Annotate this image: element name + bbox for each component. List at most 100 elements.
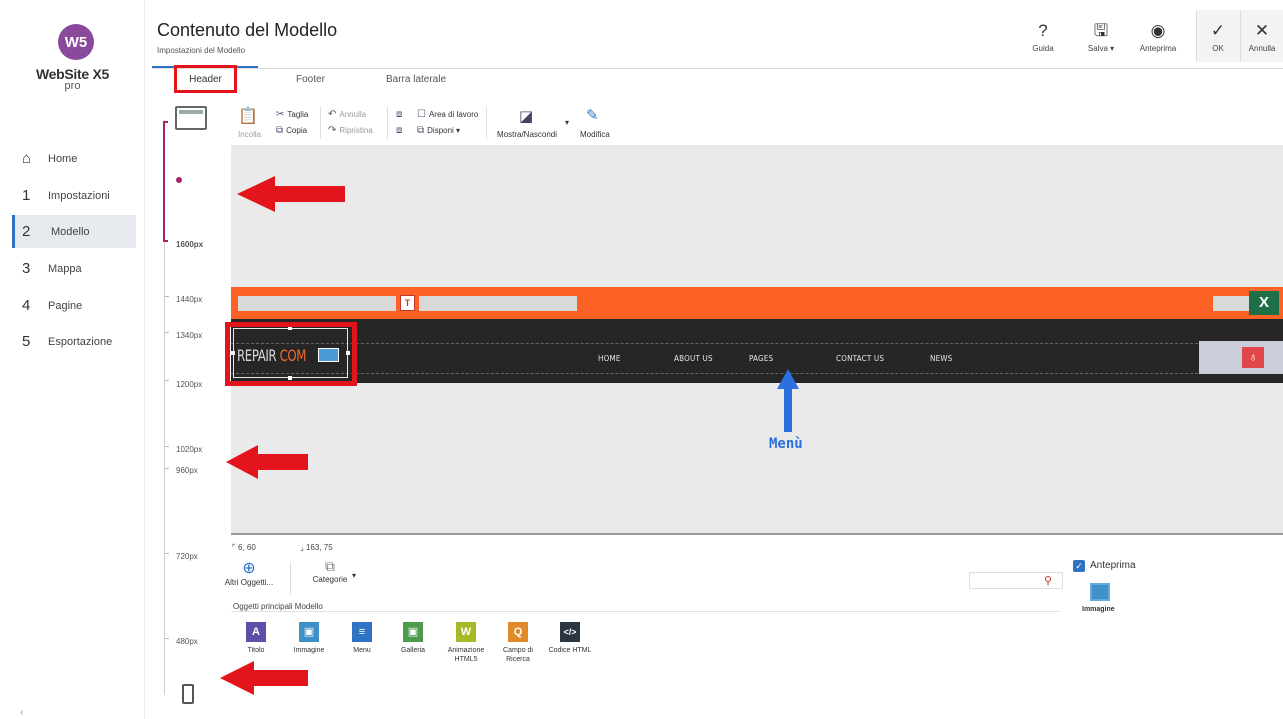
salva-button[interactable]: 🖫 Salva ▾: [1077, 21, 1125, 54]
altri-oggetti-button[interactable]: ⊕ Altri Oggetti...: [224, 558, 274, 587]
search-field-icon: Q: [508, 622, 528, 642]
object-placeholder[interactable]: [1213, 296, 1249, 311]
tab-header[interactable]: Header: [174, 65, 237, 93]
area-lavoro-toggle[interactable]: ☐ Area di lavoro: [417, 109, 478, 120]
align-icon[interactable]: ⧈: [396, 109, 405, 120]
dropdown-icon[interactable]: ▾: [565, 118, 569, 127]
anteprima-label: Anteprima: [1090, 560, 1136, 571]
preview-object-label: Immagine: [1082, 606, 1115, 613]
annotation-arrow-icon: [237, 176, 345, 212]
step-number: 4: [22, 297, 31, 314]
ripristina-button[interactable]: ↷ Ripristina: [328, 125, 373, 136]
cut-icon: ✂: [276, 109, 285, 120]
sidebar-item-label: Esportazione: [48, 335, 113, 348]
taglia-button[interactable]: ✂ Taglia: [276, 109, 308, 120]
page-title: Contenuto del Modello: [157, 20, 338, 40]
object-titolo[interactable]: A Titolo: [232, 622, 280, 655]
close-icon: ✕: [1254, 22, 1270, 40]
guide-line: [231, 343, 1283, 344]
text-object-icon[interactable]: T: [400, 295, 415, 311]
text-object[interactable]: [238, 296, 396, 311]
toolbar-divider: [290, 562, 291, 594]
page-subtitle: Impostazioni del Modello: [157, 46, 246, 55]
object-menu[interactable]: ≡ Menu: [338, 622, 386, 655]
home-icon: ⌂: [22, 150, 32, 167]
dropdown-icon[interactable]: ▾: [352, 571, 356, 580]
copia-button[interactable]: ⧉ Copia: [276, 125, 307, 136]
desktop-icon[interactable]: [175, 106, 207, 130]
step-number: 5: [22, 333, 31, 350]
step-number: 3: [22, 260, 31, 277]
disponi-button[interactable]: ⧉ Disponi ▾: [417, 125, 460, 136]
ruler-label: 1440px: [176, 295, 203, 304]
anteprima-checkbox[interactable]: ✓: [1073, 560, 1085, 572]
section-divider: [231, 611, 1061, 612]
canvas-splitter[interactable]: [231, 533, 1283, 535]
resolution-handle[interactable]: [176, 177, 182, 183]
redo-icon: ↷: [328, 125, 337, 136]
sidebar-item-modello[interactable]: 2 Modello: [12, 215, 136, 248]
app-logo: W5: [58, 24, 94, 60]
resolution-range-bracket[interactable]: [163, 121, 168, 242]
eye-icon: ◉: [1150, 21, 1166, 40]
guide-line: [231, 373, 1283, 374]
mostra-nascondi-button[interactable]: Mostra/Nascondi: [497, 130, 557, 139]
ruler-label: 480px: [176, 637, 198, 646]
ruler-label: 1340px: [176, 331, 203, 340]
object-animazione[interactable]: W Animazione HTML5: [442, 622, 490, 664]
ruler-label: 720px: [176, 552, 198, 561]
sidebar-item-label: Mappa: [48, 262, 82, 275]
object-galleria[interactable]: ▣ Galleria: [389, 622, 437, 655]
arrange-icon[interactable]: ⧈: [396, 125, 405, 136]
toolbar-divider: [320, 107, 321, 139]
text-object[interactable]: [419, 296, 577, 311]
excel-icon[interactable]: X: [1249, 291, 1279, 315]
social-icon[interactable]: ♁: [1242, 347, 1264, 368]
mobile-icon[interactable]: [182, 684, 194, 704]
annulla-edit-button[interactable]: ↶ Annulla: [328, 109, 366, 120]
menu-item-about[interactable]: ABOUT US: [674, 354, 713, 363]
paste-icon: 📋: [238, 108, 258, 125]
search-icon[interactable]: ⚲: [1044, 574, 1052, 587]
sidebar-item-pagine[interactable]: 4 Pagine: [12, 289, 136, 322]
ruler-tick: [164, 468, 169, 469]
show-hide-icon: ◪: [519, 108, 534, 125]
save-icon: 🖫: [1093, 21, 1109, 40]
ruler-label: 1200px: [176, 380, 203, 389]
collapse-sidebar-icon[interactable]: ‹: [20, 707, 23, 718]
sidebar-item-impostazioni[interactable]: 1 Impostazioni: [12, 179, 136, 212]
menu-item-pages[interactable]: PAGES: [749, 354, 773, 363]
object-codice-html[interactable]: </> Codice HTML: [546, 622, 594, 655]
ruler-tick: [164, 296, 169, 297]
step-number: 1: [22, 187, 31, 204]
sidebar-item-label: Home: [48, 152, 78, 165]
guida-button[interactable]: ? Guida: [1019, 22, 1067, 54]
anteprima-button[interactable]: ◉ Anteprima: [1134, 21, 1182, 54]
tabs-divider: [152, 68, 1283, 69]
categorie-button[interactable]: ⧉ Categorie: [305, 558, 355, 584]
object-immagine[interactable]: ▣ Immagine: [285, 622, 333, 655]
sidebar-item-home[interactable]: ⌂ Home: [12, 142, 136, 175]
tab-footer[interactable]: Footer: [296, 74, 325, 85]
sidebar-item-esportazione[interactable]: 5 Esportazione: [12, 325, 136, 358]
ruler-tick: [164, 553, 169, 554]
copy-icon: ⧉: [276, 125, 284, 136]
tab-barra-laterale[interactable]: Barra laterale: [386, 74, 446, 85]
code-icon: </>: [560, 622, 580, 642]
object-campo-ricerca[interactable]: Q Campo di Ricerca: [494, 622, 542, 664]
toolbar-divider: [387, 107, 388, 139]
sidebar-item-mappa[interactable]: 3 Mappa: [12, 252, 136, 285]
menu-item-news[interactable]: NEWS: [930, 354, 952, 363]
step-number: 2: [22, 223, 31, 240]
undo-icon: ↶: [328, 109, 337, 120]
title-icon: A: [246, 622, 266, 642]
object-placeholder[interactable]: [1199, 341, 1283, 374]
incolla-button[interactable]: Incolla: [238, 130, 261, 139]
menu-item-home[interactable]: HOME: [598, 354, 621, 363]
image-icon: ▣: [299, 622, 319, 642]
ok-button[interactable]: ✓ OK: [1194, 22, 1242, 54]
objects-section-title: Oggetti principali Modello: [233, 602, 323, 611]
menu-item-contact[interactable]: CONTACT US: [836, 354, 884, 363]
modifica-button[interactable]: Modifica: [580, 130, 610, 139]
annulla-button[interactable]: ✕ Annulla: [1241, 22, 1283, 53]
